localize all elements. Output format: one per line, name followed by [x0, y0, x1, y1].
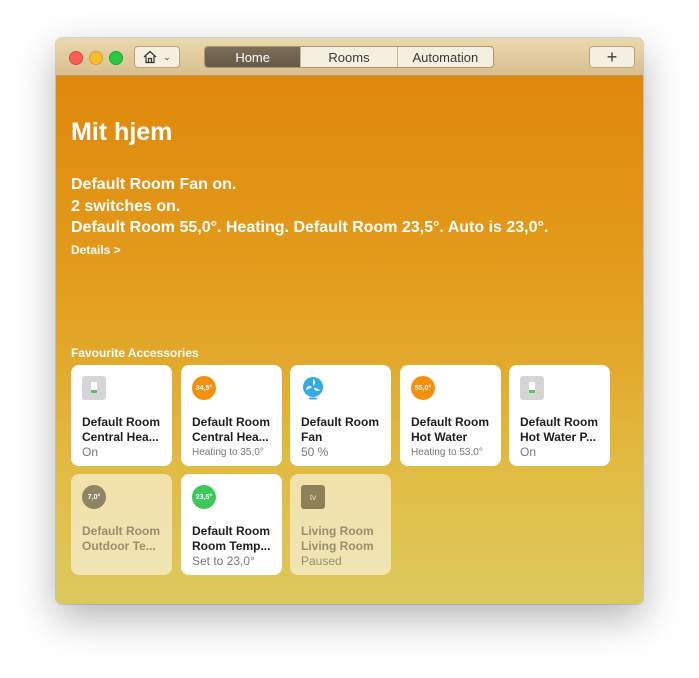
accessory-state: Paused: [301, 554, 342, 568]
minimize-window-button[interactable]: [89, 51, 103, 65]
home-app-window: ⌄ Home Rooms Automation + Mit hjem Defau…: [56, 38, 643, 604]
accessory-state: Heating to 53,0°: [411, 447, 483, 458]
accessory-name: Central Hea...: [82, 430, 159, 444]
status-line: 2 switches on.: [71, 197, 181, 215]
title-bar: ⌄ Home Rooms Automation +: [56, 38, 643, 76]
thermostat-icon: 34,5°: [192, 376, 216, 400]
accessory-tile[interactable]: tv Living Room Living Room Paused: [290, 474, 391, 575]
accessory-state: Set to 23,0°: [192, 554, 255, 568]
thermostat-icon: 23,5°: [192, 485, 216, 509]
house-icon: [143, 50, 157, 64]
temperature-sensor-icon: 7,0°: [82, 485, 106, 509]
accessory-tile[interactable]: Default Room Central Hea... On: [71, 365, 172, 466]
accessory-tile[interactable]: 7,0° Default Room Outdoor Te...: [71, 474, 172, 575]
accessory-room: Default Room: [192, 524, 270, 538]
accessory-name: Room Temp...: [192, 539, 271, 553]
accessory-room: Living Room: [301, 524, 374, 538]
apple-tv-icon: tv: [301, 485, 325, 509]
home-status-summary: Default Room Fan on. 2 switches on. Defa…: [71, 174, 548, 239]
section-title-favourites: Favourite Accessories: [71, 346, 199, 360]
accessory-name: Living Room: [301, 539, 374, 553]
tab-rooms[interactable]: Rooms: [300, 47, 396, 67]
tab-automation[interactable]: Automation: [396, 47, 493, 67]
zoom-window-button[interactable]: [109, 51, 123, 65]
accessory-name: Fan: [301, 430, 323, 444]
accessory-tile[interactable]: 34,5° Default Room Central Hea... Heatin…: [181, 365, 282, 466]
accessory-room: Default Room: [82, 415, 160, 429]
thermostat-icon: 55,0°: [411, 376, 435, 400]
accessory-tile[interactable]: Default Room Hot Water P... On: [509, 365, 610, 466]
accessory-room: Default Room: [82, 524, 160, 538]
accessory-room: Default Room: [192, 415, 270, 429]
tab-home[interactable]: Home: [205, 47, 301, 67]
view-segmented-control: Home Rooms Automation: [204, 46, 494, 68]
status-line: Default Room Fan on.: [71, 176, 237, 193]
accessory-state: On: [520, 445, 537, 459]
add-button[interactable]: +: [589, 46, 635, 68]
accessory-name: Central Hea...: [192, 430, 269, 444]
chevron-down-icon: ⌄: [163, 51, 171, 62]
accessory-tile[interactable]: Default Room Fan 50 %: [290, 365, 391, 466]
home-title: Mit hjem: [71, 118, 173, 146]
home-menu-button[interactable]: ⌄: [134, 46, 180, 68]
accessory-room: Default Room: [411, 415, 489, 429]
accessory-tile[interactable]: 55,0° Default Room Hot Water Heating to …: [400, 365, 501, 466]
switch-icon: [520, 376, 544, 400]
accessory-name: Hot Water: [411, 430, 468, 444]
accessory-room: Default Room: [301, 415, 379, 429]
status-line: Default Room 55,0°. Heating. Default Roo…: [71, 219, 549, 236]
close-window-button[interactable]: [69, 51, 83, 65]
accessory-name: Hot Water P...: [520, 430, 597, 444]
accessory-state: On: [82, 445, 99, 459]
fan-icon: [303, 377, 323, 400]
accessory-state: Heating to 35,0°: [192, 447, 264, 458]
accessory-tile[interactable]: 23,5° Default Room Room Temp... Set to 2…: [181, 474, 282, 575]
switch-icon: [82, 376, 106, 400]
details-link[interactable]: Details >: [71, 243, 121, 257]
accessory-name: Outdoor Te...: [82, 539, 156, 553]
accessory-room: Default Room: [520, 415, 598, 429]
accessory-state: 50 %: [301, 445, 329, 459]
